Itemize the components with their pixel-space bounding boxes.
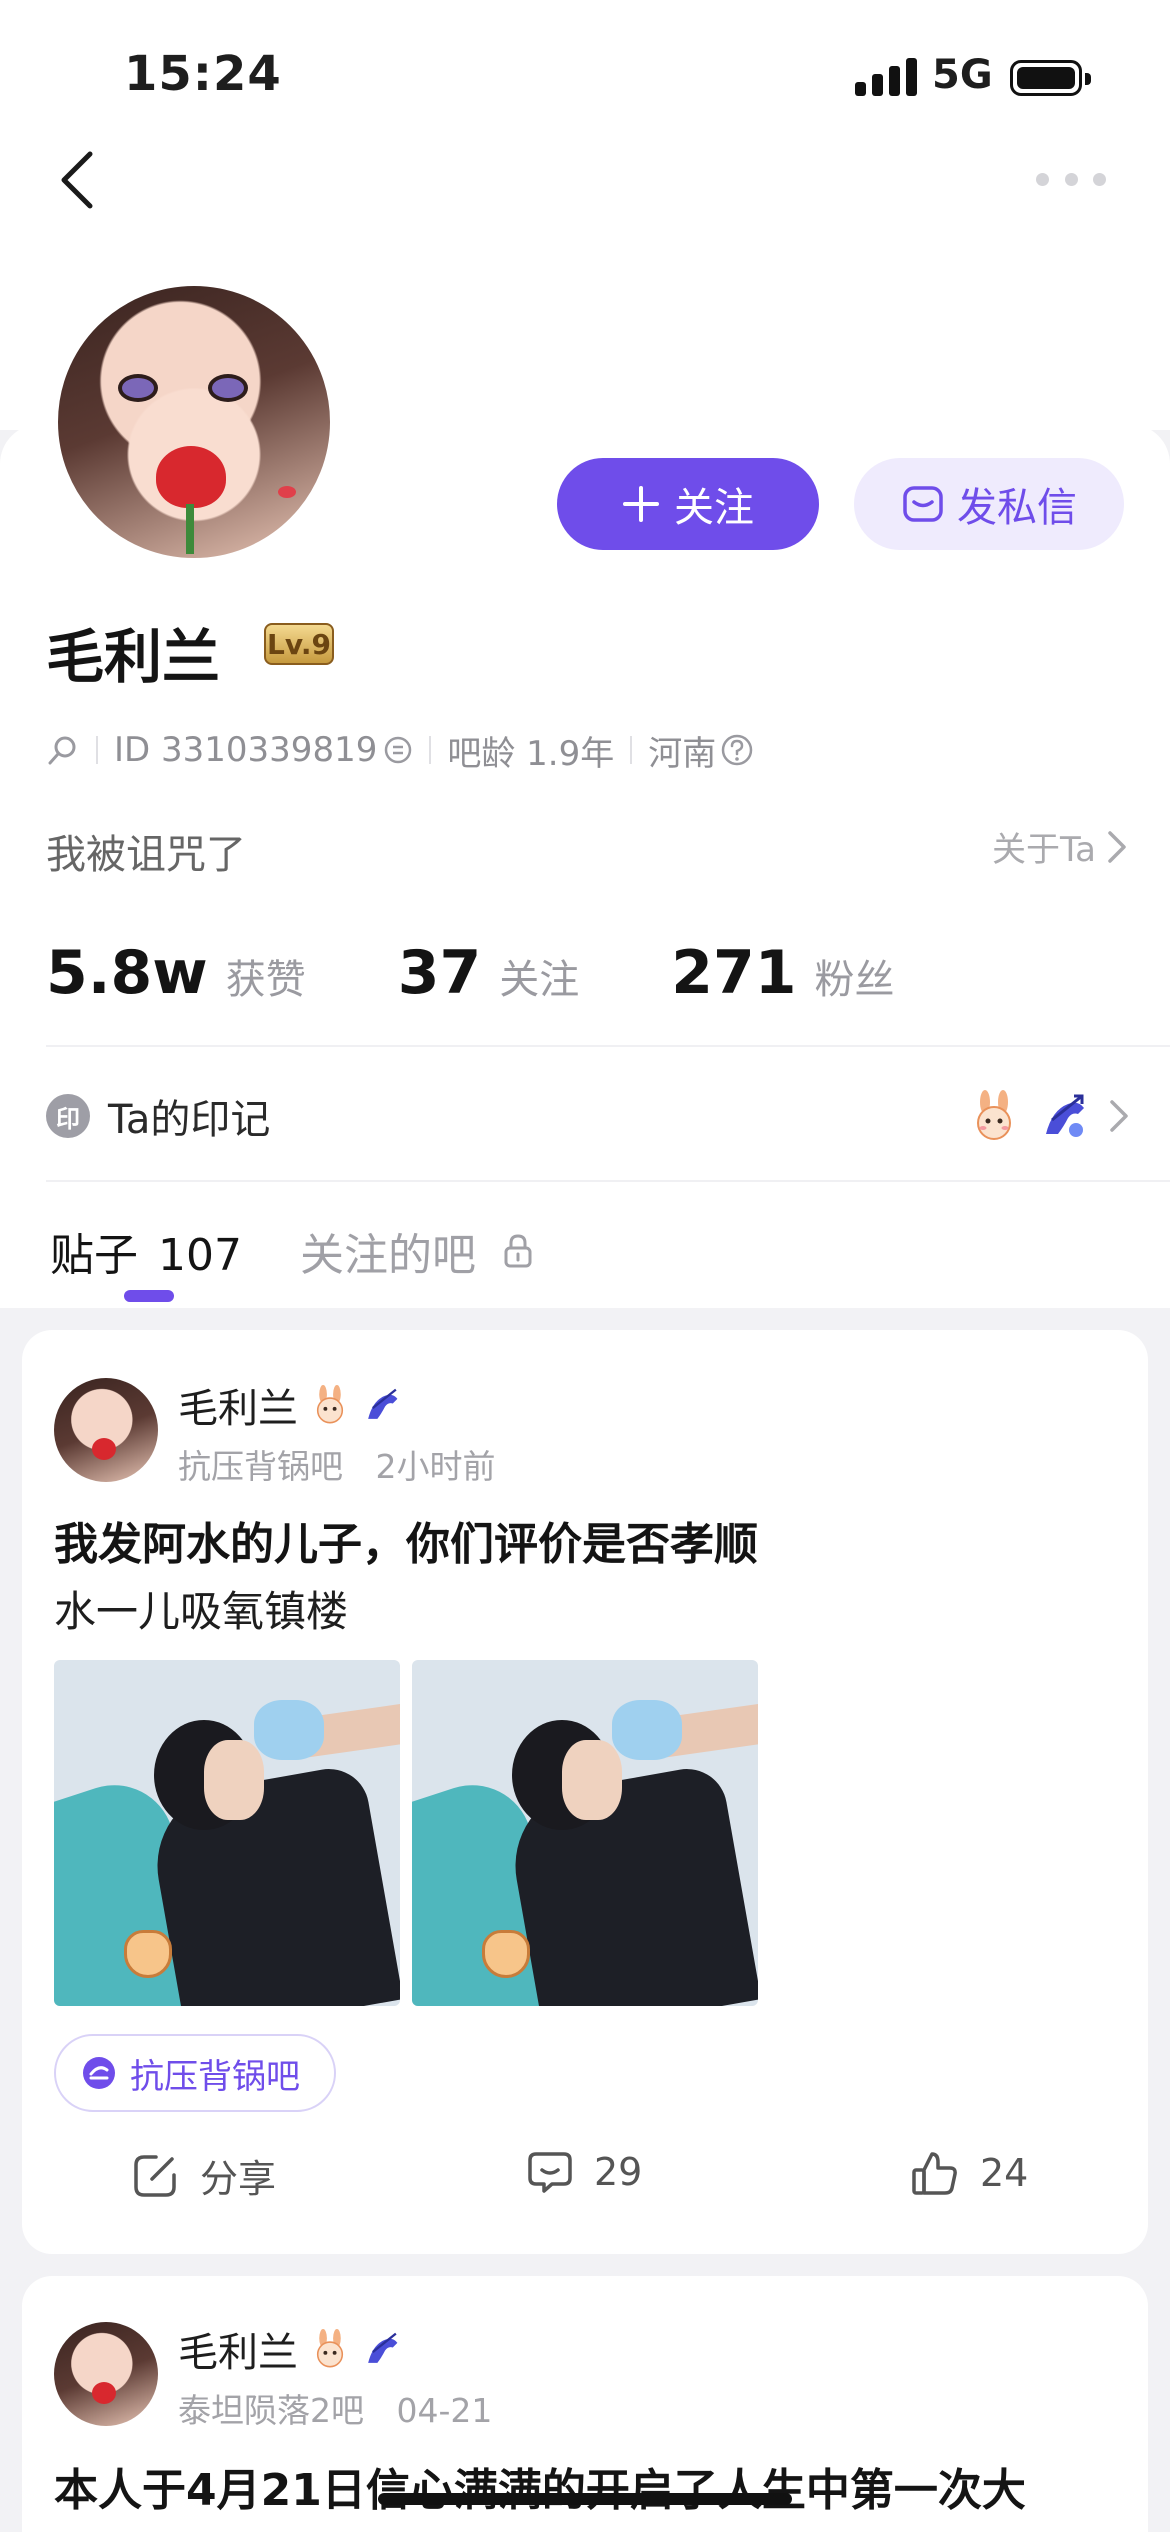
- post-image[interactable]: [54, 1660, 400, 2006]
- message-label: 发私信: [957, 485, 1077, 531]
- post-meta: 抗压背锅吧 2小时前: [178, 1440, 496, 1488]
- battery-icon: [1010, 60, 1091, 96]
- more-dot-icon: [1093, 172, 1106, 186]
- stat-value: 5.8w: [46, 938, 208, 1008]
- share-icon: [134, 2154, 176, 2197]
- avatar[interactable]: [54, 282, 334, 562]
- chevron-left-icon: [61, 151, 93, 209]
- stat-likes[interactable]: 5.8w 获赞: [46, 938, 306, 1008]
- more-button[interactable]: [1036, 168, 1106, 190]
- profile-name: 毛利兰: [46, 623, 221, 691]
- post-author-name[interactable]: 毛利兰: [178, 1376, 298, 1434]
- chevron-right-icon: [1110, 1100, 1128, 1132]
- marks-row[interactable]: 印 Ta的印记: [46, 1088, 1130, 1144]
- tab-followed-bars[interactable]: 关注的吧: [300, 1219, 534, 1283]
- post-actions: 分享 29 24: [22, 2148, 1148, 2210]
- level-badge[interactable]: Lv.9: [264, 623, 334, 665]
- like-button[interactable]: 24: [910, 2148, 1028, 2198]
- network-type: 5G: [932, 52, 993, 98]
- home-indicator: [378, 2493, 792, 2505]
- stat-value: 37: [397, 938, 482, 1008]
- rabbit-badge-icon: [316, 2329, 344, 2368]
- tab-posts-count: 107: [158, 1230, 242, 1281]
- post-author-row: 毛利兰: [178, 2320, 402, 2378]
- back-button[interactable]: [52, 148, 112, 212]
- post-meta: 泰坦陨落2吧 04-21: [178, 2384, 492, 2432]
- comment-icon: [528, 2152, 572, 2193]
- post-body[interactable]: 水一儿吸氧镇楼: [54, 1578, 348, 1639]
- profile-meta: ID 3310339819 吧龄 1.9年 河南: [46, 728, 754, 774]
- stat-value: 271: [671, 938, 797, 1008]
- stat-label: 关注: [499, 957, 580, 1003]
- plus-icon: [623, 486, 659, 522]
- post-author-row: 毛利兰: [178, 1376, 402, 1434]
- stat-label: 获赞: [225, 957, 306, 1003]
- post-bar-name[interactable]: 抗压背锅吧: [178, 1447, 343, 1486]
- sagittarius-badge-icon: [368, 2332, 398, 2363]
- share-button[interactable]: 分享: [130, 2148, 276, 2203]
- comment-button[interactable]: 29: [526, 2148, 642, 2196]
- rabbit-badge-icon: [316, 1385, 344, 1424]
- sagittarius-badge-icon: [368, 1388, 398, 1419]
- profile-tabs: 贴子 107 关注的吧: [50, 1214, 534, 1288]
- stats-row: 5.8w 获赞 37 关注 271 粉丝: [46, 938, 894, 1008]
- rabbit-badge-icon: [977, 1090, 1011, 1140]
- about-link[interactable]: 关于Ta: [992, 822, 1128, 871]
- about-label: 关于Ta: [992, 830, 1096, 870]
- share-label: 分享: [200, 2157, 277, 2201]
- search-icon[interactable]: [46, 733, 80, 767]
- follow-label: 关注: [674, 485, 754, 531]
- status-time: 15:24: [124, 46, 282, 102]
- nav-bar: [0, 140, 1170, 220]
- message-button[interactable]: 发私信: [854, 458, 1124, 550]
- post-time: 04-21: [396, 2391, 493, 2430]
- signal-icon: [855, 58, 917, 96]
- post-bar-tag[interactable]: 抗压背锅吧: [54, 2034, 336, 2112]
- lock-icon: [504, 1234, 532, 1268]
- message-icon: [903, 486, 943, 522]
- post-author-avatar[interactable]: [54, 1378, 158, 1482]
- location: 河南: [648, 733, 717, 774]
- like-count: 24: [980, 2151, 1029, 2195]
- stat-following[interactable]: 37 关注: [398, 938, 580, 1008]
- tab-posts[interactable]: 贴子 107: [50, 1219, 242, 1283]
- post-author-avatar[interactable]: [54, 2322, 158, 2426]
- bio-text: 我被诅咒了: [46, 832, 246, 878]
- post-image[interactable]: [412, 1660, 758, 2006]
- user-id: ID 3310339819: [114, 730, 378, 770]
- stat-label: 粉丝: [814, 957, 895, 1003]
- help-icon[interactable]: [720, 733, 754, 767]
- post-bar-tag-label: 抗压背锅吧: [130, 2056, 300, 2097]
- status-bar: 15:24 5G: [0, 0, 1170, 150]
- chevron-right-icon: [1108, 830, 1126, 863]
- more-dot-icon: [1064, 172, 1078, 186]
- tab-indicator: [124, 1290, 174, 1302]
- follow-button[interactable]: 关注: [557, 458, 819, 550]
- divider: [46, 1045, 1170, 1047]
- bar-age: 吧龄 1.9年: [447, 733, 615, 774]
- sagittarius-badge-icon: [1046, 1094, 1084, 1137]
- post-bar-name[interactable]: 泰坦陨落2吧: [178, 2391, 364, 2430]
- stat-followers[interactable]: 271 粉丝: [671, 938, 894, 1008]
- bar-logo-icon: [83, 2057, 115, 2089]
- post-author-name[interactable]: 毛利兰: [178, 2320, 298, 2378]
- marks-label: Ta的印记: [108, 1097, 271, 1143]
- copy-icon[interactable]: [383, 735, 413, 765]
- thumbs-up-icon: [912, 2152, 957, 2195]
- tab-followed-bars-label: 关注的吧: [299, 1230, 476, 1281]
- post-title[interactable]: 我发阿水的儿子，你们评价是否孝顺: [54, 1508, 758, 1572]
- comment-count: 29: [594, 2150, 643, 2194]
- divider: [46, 1180, 1170, 1182]
- tab-posts-label: 贴子: [50, 1230, 138, 1281]
- post-title[interactable]: 本人于4月21日信心满满的开启了人生中第一次大: [54, 2454, 1026, 2518]
- more-dot-icon: [1036, 172, 1049, 186]
- post-time: 2小时前: [375, 1447, 496, 1486]
- seal-icon: 印: [46, 1094, 90, 1138]
